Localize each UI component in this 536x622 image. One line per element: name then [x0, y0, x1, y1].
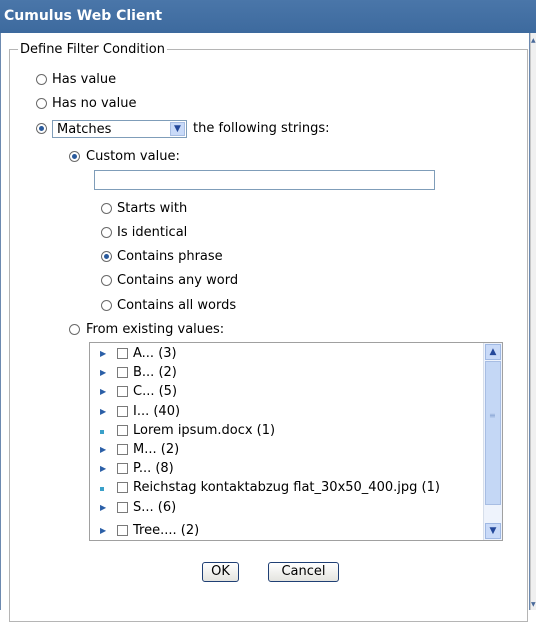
expand-arrow-icon[interactable]: ▶ [100, 445, 106, 454]
item-checkbox[interactable] [117, 463, 128, 474]
matches-radio[interactable] [36, 123, 47, 134]
scroll-up-icon[interactable]: ▲ [531, 37, 536, 44]
scroll-thumb[interactable] [485, 361, 501, 505]
leaf-dot-icon [100, 487, 104, 491]
existing-values-label[interactable]: From existing values: [86, 322, 224, 337]
list-item-label: Tree.... (2) [133, 523, 200, 538]
existing-values-list[interactable]: ▶ A... (3) ▶ B... (2) ▶ C... (5) ▶ I... … [89, 342, 503, 541]
has-no-value-radio[interactable] [36, 98, 47, 109]
custom-value-input[interactable] [94, 170, 435, 190]
is-identical-radio[interactable] [101, 227, 112, 238]
expand-arrow-icon[interactable]: ▶ [100, 464, 106, 473]
contains-phrase-radio[interactable] [101, 251, 112, 262]
expand-arrow-icon[interactable]: ▶ [100, 503, 106, 512]
contains-any-word-radio[interactable] [101, 275, 112, 286]
cancel-button[interactable]: Cancel [268, 562, 339, 582]
contains-all-words-label[interactable]: Contains all words [117, 298, 236, 313]
list-item-label: C... (5) [133, 384, 178, 399]
expand-arrow-icon[interactable]: ▶ [100, 526, 106, 535]
item-checkbox[interactable] [117, 444, 128, 455]
item-checkbox[interactable] [117, 482, 128, 493]
grip-icon: ≡ [489, 411, 496, 420]
starts-with-radio[interactable] [101, 203, 112, 214]
expand-arrow-icon[interactable]: ▶ [100, 368, 106, 377]
item-checkbox[interactable] [117, 425, 128, 436]
expand-arrow-icon[interactable]: ▶ [100, 407, 106, 416]
scroll-down-icon[interactable]: ▼ [485, 523, 501, 539]
expand-arrow-icon[interactable]: ▶ [100, 349, 106, 358]
list-item-label: S... (6) [133, 500, 177, 515]
is-identical-label[interactable]: Is identical [117, 225, 187, 240]
contains-any-word-label[interactable]: Contains any word [117, 273, 238, 288]
custom-value-radio[interactable] [69, 151, 80, 162]
filter-condition-legend: Define Filter Condition [20, 42, 165, 57]
leaf-dot-icon [100, 430, 104, 434]
item-checkbox[interactable] [117, 525, 128, 536]
match-type-select[interactable]: Matches ▼ [52, 120, 187, 138]
custom-value-label[interactable]: Custom value: [86, 149, 180, 164]
contains-all-words-radio[interactable] [101, 300, 112, 311]
list-item-label: P... (8) [133, 461, 174, 476]
matches-suffix-label: the following strings: [193, 121, 330, 136]
has-value-radio[interactable] [36, 74, 47, 85]
page-scrollbar[interactable]: ▲ ▼ [530, 33, 536, 610]
has-no-value-label[interactable]: Has no value [52, 96, 136, 111]
scroll-down-icon[interactable]: ▼ [531, 601, 536, 608]
starts-with-label[interactable]: Starts with [117, 201, 187, 216]
existing-values-radio[interactable] [69, 324, 80, 335]
match-type-value: Matches [57, 122, 112, 137]
item-checkbox[interactable] [117, 406, 128, 417]
has-value-label[interactable]: Has value [52, 72, 116, 87]
list-item-label: I... (40) [133, 404, 181, 419]
item-checkbox[interactable] [117, 502, 128, 513]
item-checkbox[interactable] [117, 386, 128, 397]
list-item-label: Reichstag kontaktabzug flat_30x50_400.jp… [133, 480, 440, 495]
list-scrollbar[interactable]: ▲ ≡ ▼ [483, 343, 502, 540]
list-item-label: A... (3) [133, 346, 177, 361]
chevron-down-icon[interactable]: ▼ [170, 122, 185, 136]
item-checkbox[interactable] [117, 367, 128, 378]
expand-arrow-icon[interactable]: ▶ [100, 387, 106, 396]
window-title: Cumulus Web Client [4, 8, 163, 24]
contains-phrase-label[interactable]: Contains phrase [117, 249, 223, 264]
window-titlebar: Cumulus Web Client [0, 0, 536, 33]
scroll-up-icon[interactable]: ▲ [485, 344, 501, 360]
list-item-label: Lorem ipsum.docx (1) [133, 423, 276, 438]
list-item-label: B... (2) [133, 365, 177, 380]
ok-button[interactable]: OK [202, 562, 239, 582]
item-checkbox[interactable] [117, 348, 128, 359]
list-item-label: M... (2) [133, 442, 180, 457]
